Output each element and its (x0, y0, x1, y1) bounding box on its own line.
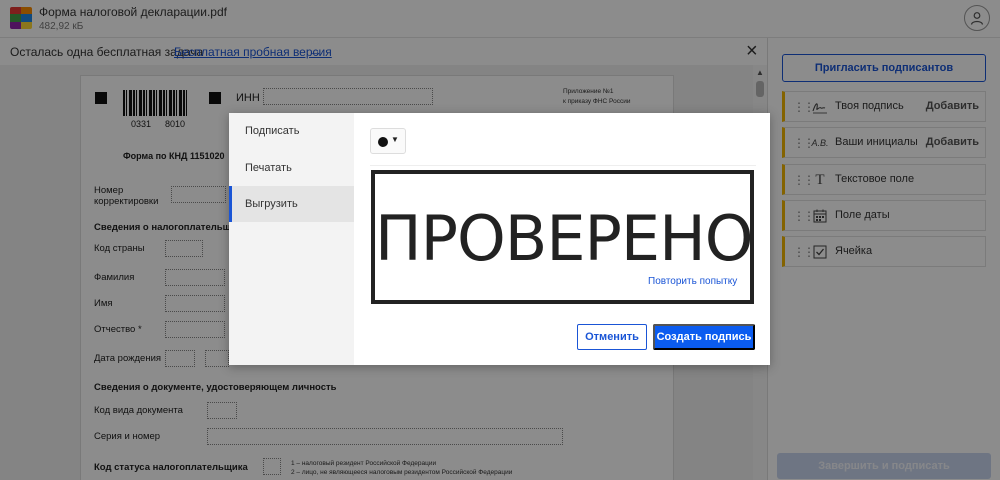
create-signature-dialog: Подписать Печатать Выгрузить ▼ ПРОВЕРЕНО… (229, 113, 770, 365)
tab-draw[interactable]: Подписать (229, 113, 354, 149)
signature-mode-nav: Подписать Печатать Выгрузить (229, 113, 354, 365)
tab-type[interactable]: Печатать (229, 150, 354, 186)
caret-down-icon: ▼ (391, 135, 399, 144)
uploaded-stamp-image: ПРОВЕРЕНО Повторить попытку (371, 170, 754, 304)
cancel-button[interactable]: Отменить (577, 324, 647, 350)
ink-color-picker[interactable]: ▼ (370, 128, 406, 154)
retry-link[interactable]: Повторить попытку (648, 276, 737, 287)
create-signature-button[interactable]: Создать подпись (653, 324, 755, 350)
tab-upload[interactable]: Выгрузить (229, 186, 354, 222)
stamp-text: ПРОВЕРЕНО (375, 202, 754, 275)
ink-color-swatch (378, 137, 388, 147)
signature-preview: ПРОВЕРЕНО Повторить попытку (370, 165, 756, 310)
